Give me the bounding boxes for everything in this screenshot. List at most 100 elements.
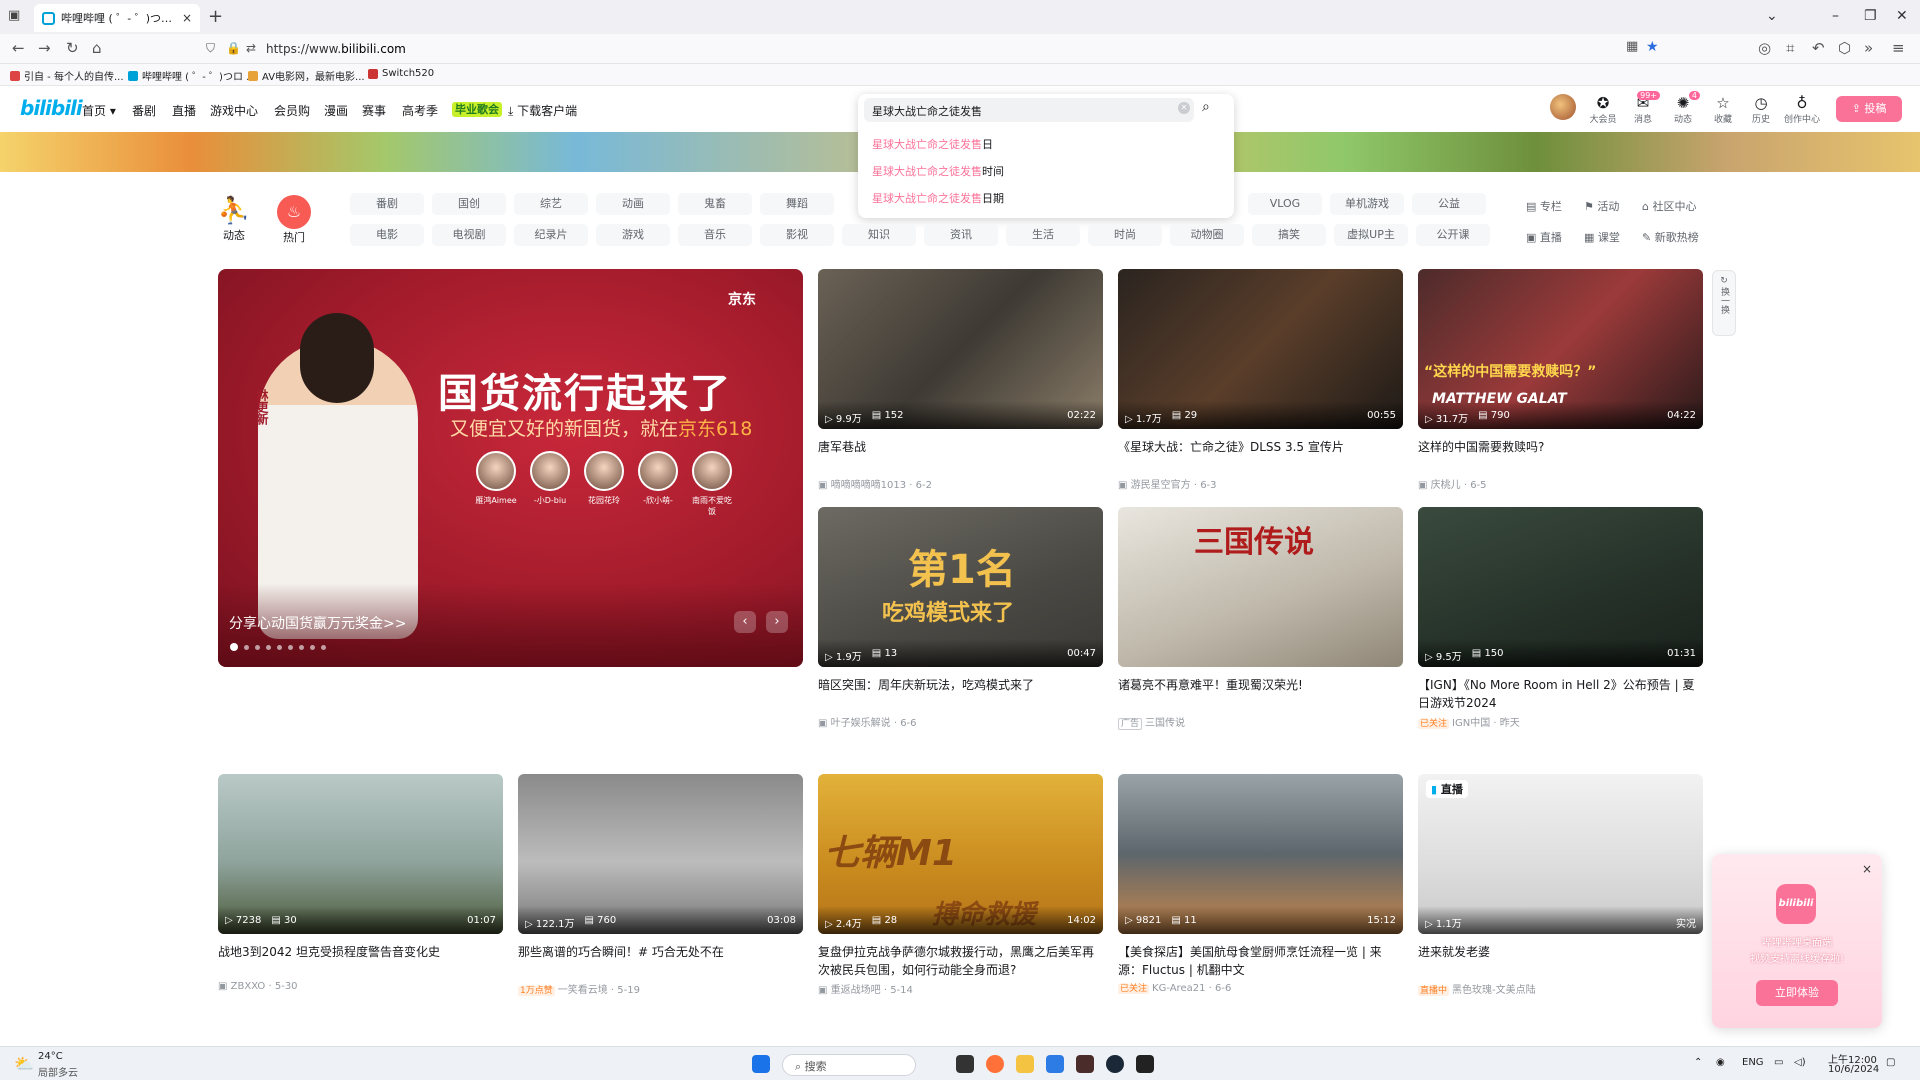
channel-pill[interactable]: 番剧 [350,193,424,215]
video-title[interactable]: 《星球大战：亡命之徒》DLSS 3.5 宣传片 [1118,438,1403,474]
notification-icon[interactable]: ▢ [1886,1057,1895,1068]
video-thumbnail[interactable]: ▮ 直播 ▷ 1.1万 实况 [1418,774,1703,934]
search-input[interactable]: 星球大战亡命之徒发售 [864,98,1194,122]
tray-app-icon[interactable]: ◉ [1716,1057,1725,1068]
carousel-caption[interactable]: 分享心动国货赢万元奖金>> [229,613,406,633]
video-title[interactable]: 【IGN】《No More Room in Hell 2》公布预告 | 夏日游戏… [1418,676,1703,712]
browser-tab[interactable]: 哔哩哔哩 ( ゜- ゜)つロ 干杯~-bi × [34,4,200,32]
carousel-prev-button[interactable]: ‹ [734,611,756,633]
start-icon[interactable] [752,1055,770,1073]
network-icon[interactable]: ▭ [1774,1057,1783,1068]
video-thumbnail[interactable]: ▷ 9821 ▤ 11 15:12 [1118,774,1403,934]
header-vip[interactable]: ✪ 大会员 [1586,94,1620,125]
video-author[interactable]: 广告 三国传说 [1118,714,1403,730]
video-thumbnail[interactable]: 第1名 吃鸡模式来了 ▷ 1.9万 ▤ 13 00:47 [818,507,1103,667]
video-title[interactable]: 战地3到2042 坦克受损程度警告音变化史 [218,943,503,979]
channel-pill[interactable]: 鬼畜 [678,193,752,215]
bookmark-item[interactable]: Switch520 [368,68,434,79]
video-card[interactable]: 第1名 吃鸡模式来了 ▷ 1.9万 ▤ 13 00:47 暗区突围：周年庆新玩法，… [818,507,1103,729]
channel-pill[interactable]: 电影 [350,224,424,246]
video-thumbnail[interactable]: ▷ 7238 ▤ 30 01:07 [218,774,503,934]
channel-pill[interactable]: 动画 [596,193,670,215]
video-card[interactable]: ▷ 122.1万 ▤ 760 03:08 那些离谱的巧合瞬间！# 巧合无处不在 … [518,774,803,996]
channel-pill[interactable]: VLOG [1248,193,1322,215]
extensions-icon[interactable]: ⬡ [1838,39,1851,57]
video-author[interactable]: ▣ 游民星空官方 · 6-3 [1118,476,1403,491]
bookmark-star-icon[interactable]: ★ [1646,39,1659,55]
video-author[interactable]: ▣ 庆桃儿 · 6-5 [1418,476,1703,491]
channel-pill[interactable]: 单机游戏 [1330,193,1404,215]
video-card[interactable]: 七辆M1搏命救援 ▷ 2.4万 ▤ 28 14:02 复盘伊拉克战争萨德尔城救援… [818,774,1103,996]
channel-pill[interactable]: 影视 [760,224,834,246]
video-author[interactable]: ▣ 叶子娱乐解说 · 6-6 [818,714,1103,729]
header-favorites[interactable]: ☆ 收藏 [1706,94,1740,125]
carousel-dot[interactable] [266,644,271,650]
video-title[interactable]: 暗区突围：周年庆新玩法，吃鸡模式来了 [818,676,1103,712]
overflow-icon[interactable]: » [1864,39,1873,57]
permissions-icon[interactable]: ⇄ [246,41,256,55]
bilibili-logo[interactable]: bilibili [20,96,83,120]
video-author[interactable]: ▣ 重返战场吧 · 5-14 [818,981,1103,996]
bookmark-item[interactable]: 引自 - 每个人的自传... [10,68,124,83]
url-field[interactable]: https://www.bilibili.com [266,42,406,56]
nav-manga[interactable]: 漫画 [324,102,348,119]
refresh-button[interactable]: ↻ 换一换 [1712,270,1736,336]
video-card[interactable]: 三国传说 诸葛亮不再意难平！重现蜀汉荣光! 广告 三国传说 [1118,507,1403,730]
channel-pill[interactable]: 虚拟UP主 [1334,224,1408,246]
channel-pill[interactable]: 电视剧 [432,224,506,246]
carousel-dot[interactable] [255,644,260,650]
header-dynamic[interactable]: ✺ 4 动态 [1666,91,1700,125]
header-messages[interactable]: ✉ 99+ 消息 [1626,91,1660,125]
new-tab-button[interactable]: + [208,6,223,27]
carousel-dot[interactable] [277,644,282,650]
nav-download-client[interactable]: ⤓ 下载客户端 [508,102,577,119]
bookmark-item[interactable]: 哔哩哔哩 ( ゜- ゜)つロ ... [128,68,256,83]
clear-search-icon[interactable]: ✕ [1178,102,1190,114]
nav-anime[interactable]: 番剧 [132,102,156,119]
video-title[interactable]: 诸葛亮不再意难平！重现蜀汉荣光! [1118,676,1403,712]
video-author[interactable]: 直播中 黑色玫瑰-文美点陆 [1418,981,1703,996]
channel-pill[interactable]: 游戏 [596,224,670,246]
video-thumbnail[interactable]: ▷ 122.1万 ▤ 760 03:08 [518,774,803,934]
language-indicator[interactable]: ENG [1742,1057,1764,1068]
app-icon[interactable] [1076,1055,1094,1073]
video-author[interactable]: 1万点赞 一笑看云境 · 5-19 [518,981,803,996]
steam-icon[interactable] [1106,1055,1124,1073]
undo-icon[interactable]: ↶ [1812,39,1825,57]
file-explorer-icon[interactable] [1016,1055,1034,1073]
menu-icon[interactable]: ≡ [1892,39,1905,57]
weather-icon[interactable]: ⛅ [14,1054,34,1073]
carousel-dot[interactable] [321,644,326,650]
search-suggestion[interactable]: 星球大战亡命之徒发售日 [872,136,993,152]
home-icon[interactable]: ⌂ [92,39,102,57]
header-creator-center[interactable]: ♁ 创作中心 [1782,94,1822,125]
video-title[interactable]: 【美食探店】美国航母食堂厨师烹饪流程一览 | 来源：Fluctus | 机翻中文 [1118,943,1403,979]
side-link-activity[interactable]: ⚑ 活动 [1584,198,1619,214]
video-thumbnail[interactable]: ▷ 9.5万 ▤ 150 01:31 [1418,507,1703,667]
search-suggestion[interactable]: 星球大战亡命之徒发售日期 [872,190,1004,206]
side-link-live[interactable]: ▣ 直播 [1526,229,1562,245]
carousel-dot[interactable] [310,644,315,650]
carousel-pagination[interactable] [230,643,326,651]
video-title[interactable]: 唐军巷战 [818,438,1103,474]
video-card[interactable]: ▮ 直播 ▷ 1.1万 实况 进来就发老婆 直播中 黑色玫瑰-文美点陆 [1418,774,1703,996]
qr-code-icon[interactable]: ▦ [1626,39,1638,54]
channel-pill[interactable]: 动物圈 [1170,224,1244,246]
close-icon[interactable]: × [1862,862,1872,876]
video-author[interactable]: ▣ ZBXXO · 5-30 [218,981,503,992]
nav-game-center[interactable]: 游戏中心 [210,102,258,119]
nav-gaokao[interactable]: 高考季 [402,102,438,119]
header-history[interactable]: ◷ 历史 [1744,94,1778,125]
channel-pill[interactable]: 公益 [1412,193,1486,215]
video-thumbnail[interactable]: “这样的中国需要救赎吗？” MATTHEW GALAT ▷ 31.7万 ▤ 790… [1418,269,1703,429]
video-title[interactable]: 这样的中国需要救赎吗? [1418,438,1703,474]
minimize-icon[interactable]: – [1832,8,1839,24]
channel-pill[interactable]: 生活 [1006,224,1080,246]
channel-pill[interactable]: 综艺 [514,193,588,215]
account-icon[interactable]: ◎ [1758,39,1771,57]
carousel-dot[interactable] [244,644,249,650]
video-title[interactable]: 复盘伊拉克战争萨德尔城救援行动，黑鹰之后美军再次被民兵包围，如何行动能全身而退? [818,943,1103,979]
clock-date[interactable]: 10/6/2024 [1828,1064,1879,1075]
video-author[interactable]: 已关注 KG-Area21 · 6-6 [1118,981,1403,994]
channel-pill[interactable]: 舞蹈 [760,193,834,215]
